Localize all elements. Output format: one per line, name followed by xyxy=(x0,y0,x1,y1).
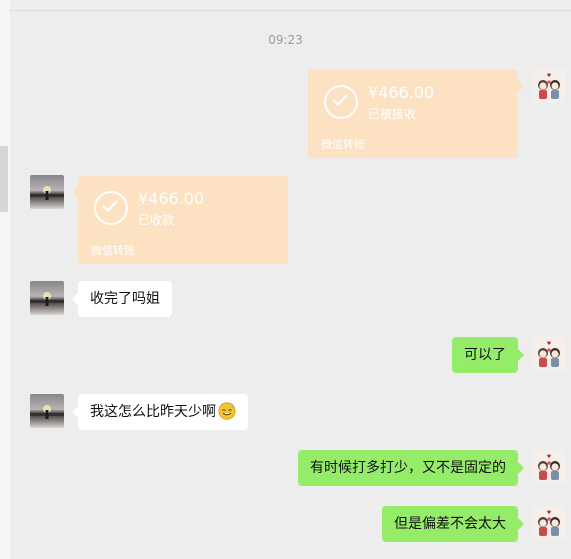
message-text: 收完了吗姐 xyxy=(90,291,160,307)
transfer-card-outgoing[interactable]: ¥466.00 已被接收 微信转账 xyxy=(308,70,524,158)
contact-avatar[interactable] xyxy=(30,394,64,428)
transfer-status: 已收款 xyxy=(138,213,175,227)
check-circle-icon xyxy=(324,85,358,119)
message-text: 可以了 xyxy=(464,347,506,363)
bubble-tail xyxy=(518,80,524,92)
transfer-status: 已被接收 xyxy=(368,107,417,121)
message-text: 有时候打多打少，又不是固定的 xyxy=(310,460,506,476)
message-bubble-incoming[interactable]: 收完了吗姐 xyxy=(72,281,172,317)
transfer-card-incoming[interactable]: ¥466.00 已收款 微信转账 xyxy=(72,176,288,264)
message-bubble-outgoing[interactable]: 有时候打多打少，又不是固定的 xyxy=(298,450,524,486)
transfer-source-label: 微信转账 xyxy=(91,244,135,257)
check-circle-icon xyxy=(94,191,128,225)
bubble-tail xyxy=(518,462,524,474)
svg-text:♥: ♥ xyxy=(547,454,552,460)
message-text: 但是偏差不会太大 xyxy=(394,516,506,532)
bubble-tail xyxy=(72,293,78,305)
svg-text:♥: ♥ xyxy=(547,73,552,79)
transfer-amount: ¥466.00 xyxy=(138,189,205,208)
self-avatar[interactable]: ♥ xyxy=(532,450,566,484)
contact-avatar[interactable] xyxy=(30,175,64,209)
header-divider xyxy=(10,10,571,11)
svg-text:♥: ♥ xyxy=(547,510,552,516)
bubble-tail xyxy=(518,518,524,530)
message-bubble-outgoing[interactable]: 但是偏差不会太大 xyxy=(382,506,524,542)
self-avatar[interactable]: ♥ xyxy=(532,69,566,103)
bubble-tail xyxy=(518,349,524,361)
chat-list-edge xyxy=(0,0,10,559)
self-avatar[interactable]: ♥ xyxy=(532,506,566,540)
message-timestamp: 09:23 xyxy=(268,33,303,47)
transfer-amount: ¥466.00 xyxy=(368,83,435,102)
message-bubble-outgoing[interactable]: 可以了 xyxy=(452,337,524,373)
message-text: 我这怎么比昨天少啊 xyxy=(90,404,216,420)
transfer-source-label: 微信转账 xyxy=(321,138,365,151)
bubble-tail xyxy=(72,186,78,198)
sweat-smile-emoji-icon xyxy=(218,402,236,420)
svg-text:♥: ♥ xyxy=(547,341,552,347)
chat-list-scrollbar[interactable] xyxy=(0,146,8,212)
message-bubble-incoming[interactable]: 我这怎么比昨天少啊 xyxy=(72,394,248,430)
contact-avatar[interactable] xyxy=(30,281,64,315)
self-avatar[interactable]: ♥ xyxy=(532,337,566,371)
bubble-tail xyxy=(72,406,78,418)
